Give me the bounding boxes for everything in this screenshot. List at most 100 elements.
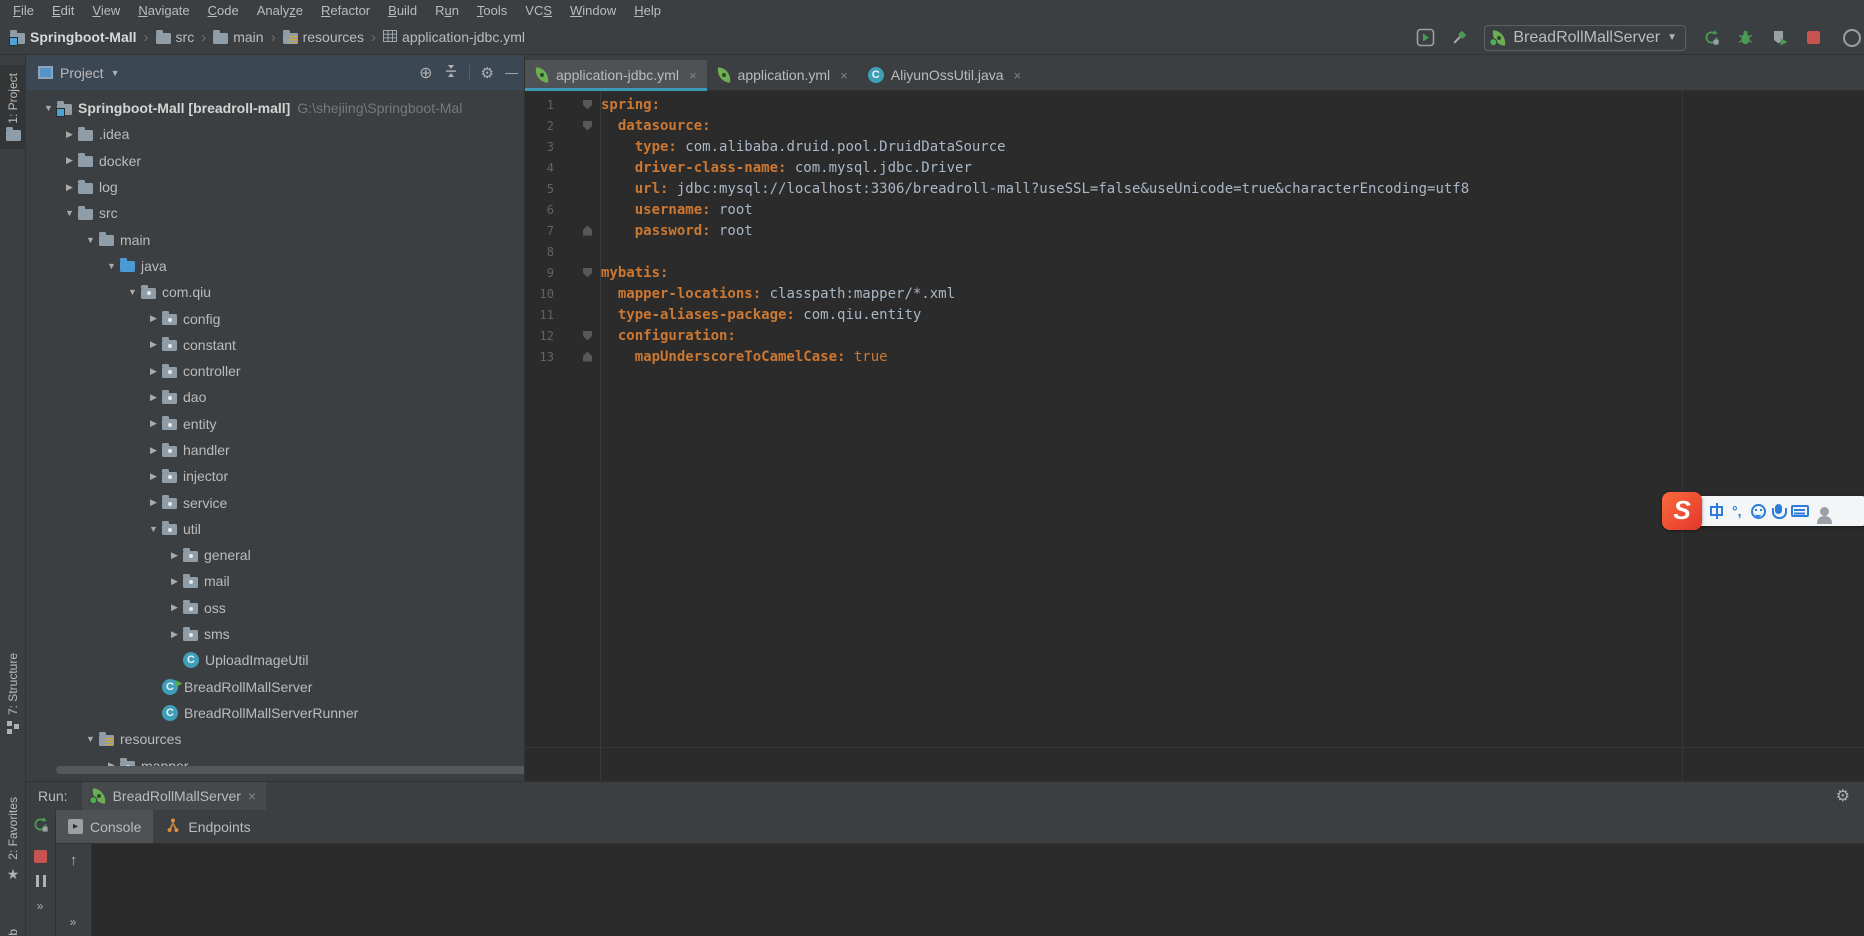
menu-item-code[interactable]: Code [199, 3, 248, 18]
collapse-all-icon[interactable] [444, 64, 458, 81]
editor-tab-application.yml[interactable]: application.yml× [707, 60, 858, 90]
tree-expand-arrow[interactable]: ▶ [145, 366, 162, 377]
fold-close-marker[interactable] [583, 352, 592, 362]
code-line[interactable]: 13 mapUnderscoreToCamelCase: true [525, 346, 1469, 367]
tree-row[interactable]: CBreadRollMallServerRunner [26, 700, 524, 726]
tree-collapse-arrow[interactable]: ▼ [61, 208, 78, 218]
stop-process-icon[interactable] [34, 850, 47, 863]
code-line[interactable]: 4 driver-class-name: com.mysql.jdbc.Driv… [525, 157, 1469, 178]
chevron-down-icon[interactable]: ▼ [111, 68, 120, 78]
pause-output-icon[interactable] [36, 875, 46, 887]
tree-expand-arrow[interactable]: ▶ [145, 445, 162, 456]
menu-item-view[interactable]: View [83, 3, 129, 18]
tree-expand-arrow[interactable]: ▶ [145, 418, 162, 429]
breadcrumb-item-resources[interactable]: resources [283, 29, 364, 45]
breadcrumb-item-springboot-mall[interactable]: Springboot-Mall [10, 29, 137, 45]
breadcrumb-item-main[interactable]: main [213, 29, 263, 45]
close-icon[interactable]: × [840, 68, 848, 83]
tree-expand-arrow[interactable]: ▶ [61, 182, 78, 193]
rerun-button[interactable] [1700, 27, 1722, 49]
menu-item-file[interactable]: File [4, 3, 43, 18]
tree-row[interactable]: ▶.idea [26, 121, 524, 147]
close-icon[interactable]: × [248, 788, 256, 804]
locate-file-icon[interactable]: ⊕ [419, 63, 432, 83]
tree-row[interactable]: ▶constant [26, 332, 524, 358]
scroll-to-top-icon[interactable]: ↑ [70, 852, 78, 869]
run-configuration-select[interactable]: BreadRollMallServer ▼ [1484, 25, 1686, 51]
tree-row[interactable]: ▶mail [26, 568, 524, 594]
code-line[interactable]: 1spring: [525, 94, 1469, 115]
tree-expand-arrow[interactable]: ▶ [166, 629, 183, 640]
tree-expand-arrow[interactable]: ▶ [166, 576, 183, 587]
tree-row[interactable]: ▶config [26, 305, 524, 331]
ime-profile-icon[interactable] [1820, 507, 1829, 516]
tree-row[interactable]: ▶handler [26, 437, 524, 463]
tree-collapse-arrow[interactable]: ▼ [124, 287, 141, 297]
tree-expand-arrow[interactable]: ▶ [145, 339, 162, 350]
console-more-icon[interactable]: » [70, 915, 78, 929]
menu-item-navigate[interactable]: Navigate [129, 3, 198, 18]
tree-collapse-arrow[interactable]: ▼ [82, 235, 99, 245]
project-panel-header[interactable]: Project ▼ ⊕ ⚙ — [26, 55, 524, 90]
console-output[interactable] [92, 844, 1864, 936]
menu-item-window[interactable]: Window [561, 3, 625, 18]
more-actions-icon[interactable]: » [37, 899, 45, 913]
tree-collapse-arrow[interactable]: ▼ [145, 524, 162, 534]
tree-expand-arrow[interactable]: ▶ [61, 155, 78, 166]
rerun-application-icon[interactable] [32, 816, 49, 838]
menu-item-run[interactable]: Run [426, 3, 468, 18]
menu-item-edit[interactable]: Edit [43, 3, 83, 18]
breadcrumb-item-application-jdbc.yml[interactable]: application-jdbc.yml [383, 29, 525, 45]
code-line[interactable]: 8 [525, 241, 1469, 262]
editor-tab-AliyunOssUtil.java[interactable]: CAliyunOssUtil.java× [858, 60, 1031, 90]
code-line[interactable]: 11 type-aliases-package: com.qiu.entity [525, 304, 1469, 325]
tree-row[interactable]: ▶service [26, 489, 524, 515]
tree-row[interactable]: ▼main [26, 226, 524, 252]
debug-button[interactable] [1734, 27, 1756, 49]
code-line[interactable]: 3 type: com.alibaba.druid.pool.DruidData… [525, 136, 1469, 157]
menu-item-tools[interactable]: Tools [468, 3, 516, 18]
menu-item-vcs[interactable]: VCS [516, 3, 561, 18]
tree-collapse-arrow[interactable]: ▼ [40, 103, 57, 113]
build-hammer-icon[interactable] [1448, 27, 1470, 49]
tree-row[interactable]: ▼Springboot-Mall [breadroll-mall]G:\shej… [26, 95, 524, 121]
fold-open-marker[interactable] [583, 331, 592, 341]
tree-row[interactable]: ▶oss [26, 595, 524, 621]
menu-item-help[interactable]: Help [625, 3, 670, 18]
toolwindow-button-web[interactable]: Web [0, 929, 26, 936]
menu-item-refactor[interactable]: Refactor [312, 3, 379, 18]
ime-chinese-mode-icon[interactable] [1710, 506, 1723, 516]
fold-open-marker[interactable] [583, 121, 592, 131]
code-line[interactable]: 12 configuration: [525, 325, 1469, 346]
tree-expand-arrow[interactable]: ▶ [145, 392, 162, 403]
tree-collapse-arrow[interactable]: ▼ [82, 734, 99, 744]
code-line[interactable]: 6 username: root [525, 199, 1469, 220]
run-config-tab[interactable]: BreadRollMallServer × [82, 782, 267, 810]
tree-row[interactable]: CUploadImageUtil [26, 647, 524, 673]
ime-logo[interactable]: S [1662, 492, 1702, 530]
breadcrumb-item-src[interactable]: src [156, 29, 195, 45]
tree-row[interactable]: C▶BreadRollMallServer [26, 674, 524, 700]
tree-row[interactable]: ▶injector [26, 463, 524, 489]
code-line[interactable]: 5 url: jdbc:mysql://localhost:3306/bread… [525, 178, 1469, 199]
ime-emoji-icon[interactable] [1751, 504, 1766, 519]
tree-expand-arrow[interactable]: ▶ [61, 129, 78, 140]
tree-row[interactable]: ▼java [26, 253, 524, 279]
tree-row[interactable]: ▶docker [26, 148, 524, 174]
tree-row[interactable]: ▶entity [26, 411, 524, 437]
ime-punctuation-icon[interactable]: °, [1732, 503, 1742, 519]
toolwindow-button-structure[interactable]: 7: Structure [0, 653, 26, 737]
partial-toolbar-icon[interactable] [1836, 27, 1858, 49]
editor-tab-application-jdbc.yml[interactable]: application-jdbc.yml× [525, 60, 707, 90]
tree-collapse-arrow[interactable]: ▼ [103, 261, 120, 271]
toolwindow-button-project[interactable]: 1: Project [0, 65, 26, 149]
fold-open-marker[interactable] [583, 100, 592, 110]
tree-row[interactable]: ▶sms [26, 621, 524, 647]
tree-expand-arrow[interactable]: ▶ [145, 471, 162, 482]
ime-keyboard-icon[interactable] [1791, 505, 1809, 517]
close-icon[interactable]: × [1014, 68, 1022, 83]
code-line[interactable]: 2 datasource: [525, 115, 1469, 136]
menu-item-build[interactable]: Build [379, 3, 426, 18]
ime-microphone-icon[interactable] [1775, 504, 1782, 514]
tree-expand-arrow[interactable]: ▶ [145, 313, 162, 324]
